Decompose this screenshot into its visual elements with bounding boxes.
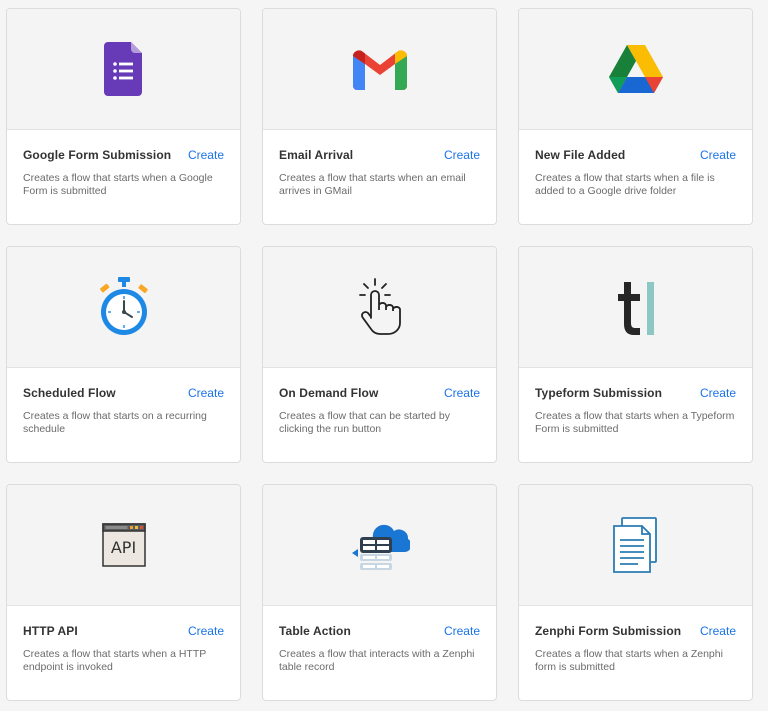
card-media (263, 9, 496, 130)
card-description: Creates a flow that starts when a Zenphi… (535, 648, 723, 673)
card-media (7, 247, 240, 368)
tap-hand-icon (358, 278, 402, 336)
stopwatch-icon (97, 277, 151, 337)
create-button[interactable]: Create (188, 624, 224, 638)
card-description: Creates a flow that starts when a Typefo… (535, 410, 735, 435)
card-title: On Demand Flow (279, 386, 379, 400)
card-description: Creates a flow that can be started by cl… (279, 410, 451, 435)
card-description: Creates a flow that starts when a Google… (23, 172, 213, 197)
flow-template-grid: Google Form Submission Create Creates a … (0, 0, 768, 711)
documents-icon (612, 516, 660, 574)
card-title: Typeform Submission (535, 386, 663, 400)
api-label: API (110, 538, 137, 557)
card-zenphi-form-submission[interactable]: Zenphi Form Submission Create Creates a … (518, 484, 753, 701)
card-http-api[interactable]: API HTTP API Create Creates a flow that … (6, 484, 241, 701)
card-typeform-submission[interactable]: Typeform Submission Create Creates a flo… (518, 246, 753, 463)
card-title: Email Arrival (279, 148, 354, 162)
card-title: Table Action (279, 624, 351, 638)
create-button[interactable]: Create (188, 386, 224, 400)
card-title: Google Form Submission (23, 148, 172, 162)
card-media (263, 485, 496, 606)
card-media (519, 247, 752, 368)
create-button[interactable]: Create (188, 148, 224, 162)
create-button[interactable]: Create (700, 386, 736, 400)
card-description: Creates a flow that interacts with a Zen… (279, 648, 475, 673)
typeform-icon (616, 278, 656, 336)
create-button[interactable]: Create (444, 148, 480, 162)
api-window-icon: API (101, 523, 146, 567)
create-button[interactable]: Create (444, 624, 480, 638)
card-new-file-added[interactable]: New File Added Create Creates a flow tha… (518, 8, 753, 225)
card-title: HTTP API (23, 624, 78, 638)
card-email-arrival[interactable]: Email Arrival Create Creates a flow that… (262, 8, 497, 225)
card-description: Creates a flow that starts when a file i… (535, 172, 715, 197)
gmail-icon (352, 48, 407, 90)
card-description: Creates a flow that starts on a recurrin… (23, 410, 207, 435)
card-media (519, 9, 752, 130)
card-title: Zenphi Form Submission (535, 624, 682, 638)
card-title: Scheduled Flow (23, 386, 116, 400)
create-button[interactable]: Create (700, 624, 736, 638)
card-media (7, 9, 240, 130)
card-description: Creates a flow that starts when an email… (279, 172, 466, 197)
card-media (519, 485, 752, 606)
google-forms-icon (103, 42, 144, 96)
card-scheduled-flow[interactable]: Scheduled Flow Create Creates a flow tha… (6, 246, 241, 463)
card-on-demand-flow[interactable]: On Demand Flow Create Creates a flow tha… (262, 246, 497, 463)
card-table-action[interactable]: Table Action Create Creates a flow that … (262, 484, 497, 701)
card-media: API (7, 485, 240, 606)
card-media (263, 247, 496, 368)
card-title: New File Added (535, 148, 626, 162)
card-google-form-submission[interactable]: Google Form Submission Create Creates a … (6, 8, 241, 225)
card-description: Creates a flow that starts when a HTTP e… (23, 648, 207, 673)
cloud-table-icon (350, 517, 410, 573)
google-drive-icon (608, 45, 663, 93)
create-button[interactable]: Create (444, 386, 480, 400)
create-button[interactable]: Create (700, 148, 736, 162)
